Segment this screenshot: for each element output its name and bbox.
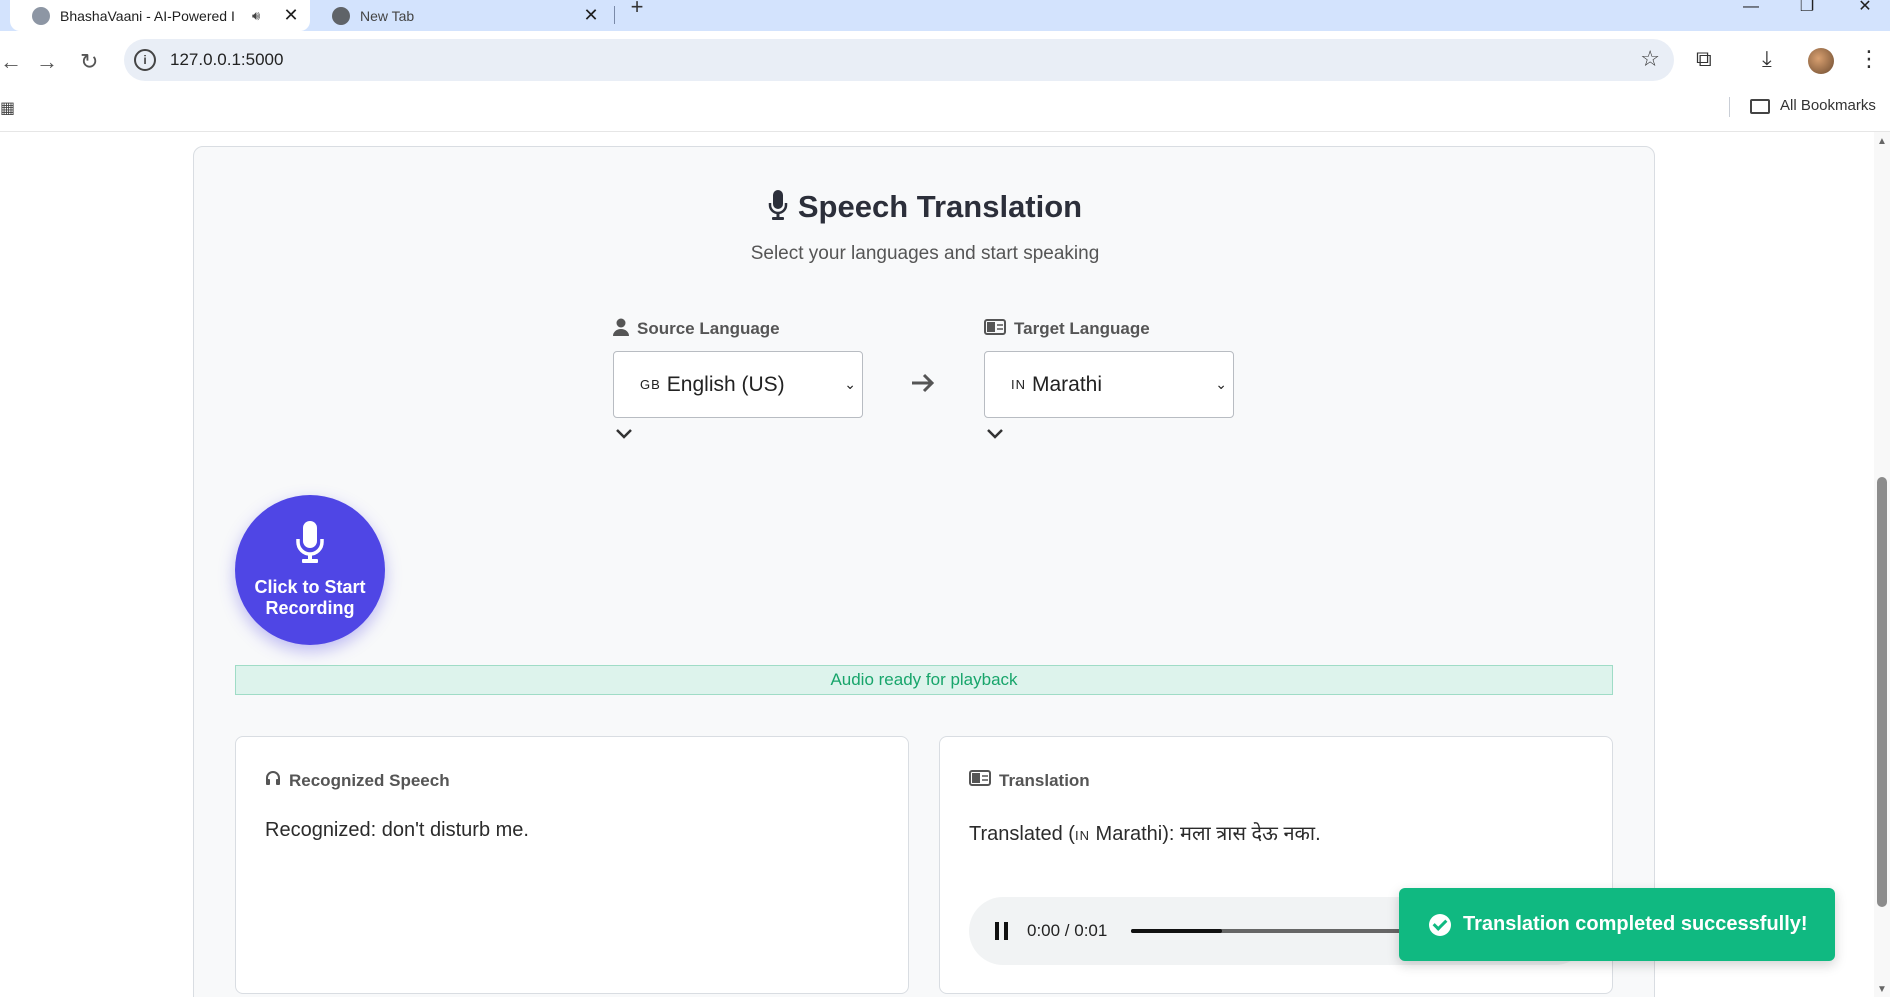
start-recording-label: Click to Start Recording: [254, 577, 366, 618]
language-icon: [969, 770, 991, 791]
translation-heading: Translation: [969, 770, 1090, 791]
profile-avatar[interactable]: [1808, 48, 1834, 74]
bookmark-separator: [1729, 97, 1730, 117]
menu-icon[interactable]: ⋮: [1858, 46, 1880, 72]
language-icon: [984, 318, 1006, 340]
url-text: 127.0.0.1:5000: [170, 50, 284, 69]
status-message: Audio ready for playback: [235, 665, 1613, 695]
restore-icon[interactable]: ❐: [1792, 0, 1822, 22]
target-language-select[interactable]: IN Marathi ⌄: [984, 351, 1234, 418]
site-info-icon[interactable]: i: [134, 49, 156, 71]
microphone-icon: [295, 521, 325, 568]
pause-icon[interactable]: [995, 922, 1009, 940]
recognized-speech-heading: Recognized Speech: [265, 770, 450, 791]
tab-strip: BhashaVaani - AI-Powered I 🔊︎ ✕ New Tab …: [0, 0, 1890, 31]
arrow-right-icon: [910, 369, 936, 401]
flag-gb-icon: GB: [640, 377, 661, 392]
toast-message: Translation completed successfully!: [1463, 913, 1808, 935]
folder-icon: [1750, 99, 1770, 114]
close-tab-icon[interactable]: ✕: [282, 5, 300, 26]
download-icon[interactable]: ⤓: [1762, 46, 1772, 72]
back-icon[interactable]: ←: [0, 49, 22, 75]
scroll-down-icon[interactable]: ▼: [1877, 984, 1887, 995]
user-icon: [613, 318, 629, 341]
chevron-down-icon: [984, 424, 1234, 444]
scroll-up-icon[interactable]: ▲: [1877, 136, 1887, 147]
chevron-down-icon: ⌄: [1215, 376, 1227, 392]
audio-progress-fill: [1131, 929, 1223, 933]
success-toast: Translation completed successfully!: [1399, 888, 1835, 961]
tab-title: New Tab: [360, 7, 415, 24]
chevron-down-icon: [613, 424, 863, 444]
translation-text: Translated (IN Marathi): मला त्रास देऊ न…: [969, 819, 1321, 846]
translation-card: Speech Translation Select your languages…: [193, 146, 1655, 997]
page-scrollbar[interactable]: ▲ ▼: [1874, 132, 1890, 997]
target-language-label-text: Target Language: [1014, 319, 1150, 338]
page-title: Speech Translation: [194, 189, 1656, 228]
microphone-icon: [768, 190, 788, 228]
scrollbar-thumb[interactable]: [1877, 477, 1887, 907]
recognized-speech-text: Recognized: don't disturb me.: [265, 819, 529, 841]
page-subtitle: Select your languages and start speaking: [750, 243, 1100, 264]
source-language-group: Source Language GB English (US) ⌄: [613, 317, 863, 444]
source-language-value: English (US): [666, 372, 785, 396]
translation-heading-text: Translation: [999, 770, 1090, 790]
flag-in-icon: IN: [1011, 377, 1026, 392]
recognized-speech-panel: Recognized Speech Recognized: don't dist…: [235, 736, 909, 994]
tab-new-tab[interactable]: New Tab ✕: [320, 0, 610, 31]
translation-prefix: Translated (: [969, 823, 1075, 845]
check-circle-icon: [1429, 913, 1451, 936]
address-bar[interactable]: i 127.0.0.1:5000 ☆: [124, 39, 1674, 81]
source-language-label-text: Source Language: [637, 319, 780, 338]
tab-bhashavaani[interactable]: BhashaVaani - AI-Powered I 🔊︎ ✕: [10, 0, 310, 31]
flag-in-icon: IN: [1074, 828, 1090, 843]
all-bookmarks-link[interactable]: All Bookmarks: [1780, 97, 1876, 114]
translation-output: ): मला त्रास देऊ नका.: [1162, 823, 1321, 845]
close-tab-icon[interactable]: ✕: [582, 5, 600, 26]
apps-icon[interactable]: ▦: [0, 98, 15, 118]
tab-separator: [614, 6, 615, 24]
bookmark-star-icon[interactable]: ☆: [1640, 46, 1660, 72]
chevron-down-icon: ⌄: [844, 376, 856, 392]
close-window-icon[interactable]: ✕: [1850, 0, 1880, 22]
translation-language: Marathi: [1095, 823, 1163, 845]
minimize-icon[interactable]: —: [1736, 0, 1766, 22]
page-title-text: Speech Translation: [797, 189, 1083, 224]
globe-icon: [32, 6, 50, 25]
headphones-icon: [265, 770, 281, 791]
target-language-group: Target Language IN Marathi ⌄: [984, 317, 1234, 444]
forward-icon[interactable]: →: [36, 49, 58, 75]
tab-title: BhashaVaani - AI-Powered I: [60, 7, 235, 24]
audio-time: 0:00 / 0:01: [1027, 921, 1108, 940]
start-recording-button[interactable]: Click to Start Recording: [235, 495, 385, 645]
target-language-label: Target Language: [984, 317, 1234, 341]
recognized-speech-heading-text: Recognized Speech: [289, 770, 450, 790]
target-language-value: Marathi: [1032, 372, 1103, 396]
source-language-label: Source Language: [613, 317, 863, 341]
speaker-icon[interactable]: 🔊︎: [252, 8, 268, 24]
extensions-icon[interactable]: ⧉: [1696, 46, 1712, 72]
new-tab-button[interactable]: +: [625, 0, 649, 24]
page-viewport: Speech Translation Select your languages…: [0, 132, 1874, 997]
chrome-icon: [332, 6, 350, 25]
reload-icon[interactable]: ↻: [80, 49, 98, 75]
source-language-select[interactable]: GB English (US) ⌄: [613, 351, 863, 418]
